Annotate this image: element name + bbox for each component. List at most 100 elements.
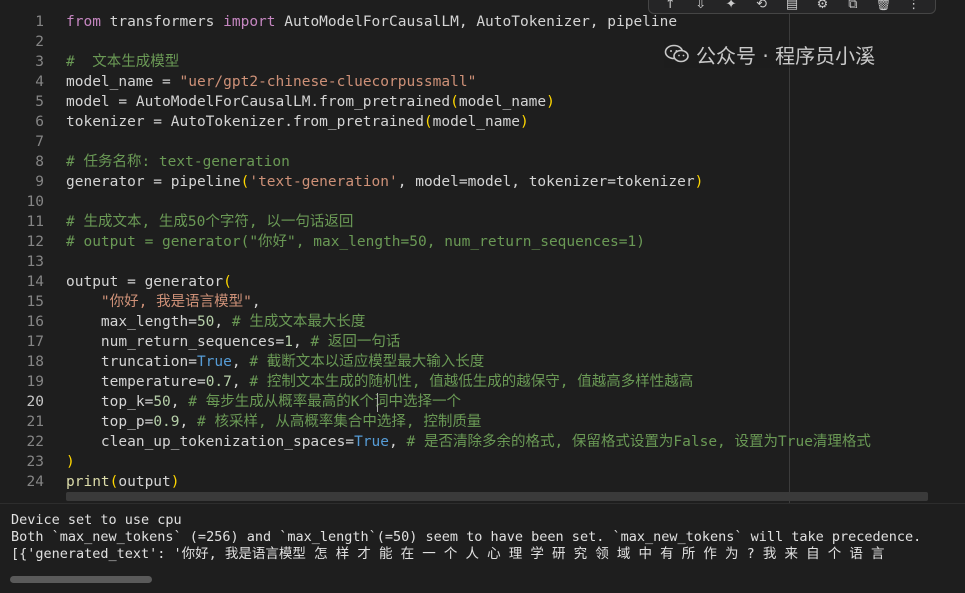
code-line[interactable]: 23) (0, 452, 965, 472)
code-token: ( (450, 94, 459, 110)
line-number: 18 (26, 354, 44, 370)
code-line[interactable]: 4 model_name = "uer/gpt2-chinese-cluecorp… (0, 72, 965, 92)
code-token: tokenizer = AutoTokenizer.from_pretraine… (66, 114, 424, 130)
line-number: 10 (26, 194, 44, 210)
code-token: model = AutoModelForCausalLM.from_pretra… (66, 94, 451, 110)
code-text[interactable]: from transformers import AutoModelForCau… (66, 12, 677, 32)
watermark-text: 公众号 · 程序员小溪 (696, 43, 876, 68)
code-line[interactable]: 8 # 任务名称: text-generation (0, 152, 965, 172)
line-number: 15 (26, 294, 44, 310)
line-number: 7 (35, 134, 44, 150)
code-text[interactable]: model = AutoModelForCausalLM.from_pretra… (66, 92, 555, 112)
delete-icon[interactable]: 🗑 (872, 0, 894, 14)
code-line[interactable]: 16 max_length=50, # 生成文本最大长度 (0, 312, 965, 332)
code-line[interactable]: 15 "你好, 我是语言模型", (0, 292, 965, 312)
code-editor[interactable]: 1 from transformers import AutoModelForCa… (0, 0, 965, 503)
code-token: , (179, 414, 197, 430)
code-text[interactable]: max_length=50, # 生成文本最大长度 (66, 312, 365, 332)
gear-icon[interactable]: ⚙ (811, 0, 833, 14)
code-line[interactable]: 17 num_return_sequences=1, # 返回一句话 (0, 332, 965, 352)
code-line[interactable]: 1 from transformers import AutoModelForCa… (0, 12, 965, 32)
code-text[interactable]: truncation=True, # 截断文本以适应模型最大输入长度 (66, 352, 484, 372)
line-number: 12 (26, 234, 44, 250)
code-text[interactable]: ) (66, 452, 75, 472)
code-token: ( (423, 114, 433, 130)
code-text[interactable]: clean_up_tokenization_spaces=True, # 是否清… (66, 432, 871, 452)
code-token: , (251, 294, 261, 310)
code-line[interactable]: 20 top_k=50, # 每步生成从概率最高的K个词中选择一个 (0, 392, 965, 412)
line-number: 5 (35, 94, 44, 110)
code-text[interactable]: "你好, 我是语言模型", (66, 292, 261, 312)
line-number: 8 (35, 154, 44, 170)
code-token: ) (170, 474, 180, 490)
code-token: 50 (153, 394, 171, 410)
code-text[interactable]: tokenizer = AutoTokenizer.from_pretraine… (66, 112, 529, 132)
watermark: 公众号 · 程序员小溪 (664, 40, 876, 68)
code-token: , (231, 374, 250, 390)
sparkle-icon[interactable]: ✦ (720, 0, 742, 14)
code-token: # 生成文本, 生成50个字符, 以一句话返回 (66, 214, 354, 230)
code-token: max_length= (66, 314, 197, 330)
code-line[interactable]: 19 temperature=0.7, # 控制文本生成的随机性, 值越低生成的… (0, 372, 965, 392)
code-text[interactable]: # 生成文本, 生成50个字符, 以一句话返回 (66, 212, 353, 232)
code-line[interactable]: 5 model = AutoModelForCausalLM.from_pretr… (0, 92, 965, 112)
code-line[interactable]: 13 (0, 252, 965, 272)
code-line[interactable]: 6 tokenizer = AutoTokenizer.from_pretrain… (0, 112, 965, 132)
line-number: 17 (26, 334, 44, 350)
code-line[interactable]: 9 generator = pipeline('text-generation',… (0, 172, 965, 192)
code-line[interactable]: 11 # 生成文本, 生成50个字符, 以一句话返回 (0, 212, 965, 232)
code-text[interactable]: # 任务名称: text-generation (66, 152, 290, 172)
code-token: generator = pipeline (66, 174, 241, 190)
code-text[interactable]: temperature=0.7, # 控制文本生成的随机性, 值越低生成的越保守… (66, 372, 693, 392)
editor-horizontal-scrollbar[interactable] (66, 492, 928, 501)
line-number: 1 (35, 14, 44, 30)
code-token: # 生成文本最大长度 (231, 314, 366, 330)
code-token: output = generator (66, 274, 224, 290)
code-token: AutoModelForCausalLM, AutoTokenizer, pip… (275, 14, 678, 30)
code-token: # 截断文本以适应模型最大输入长度 (249, 354, 485, 370)
code-line[interactable]: 24 print(output) (0, 472, 965, 492)
code-token: True (196, 354, 232, 370)
comment-icon[interactable]: ▤ (781, 0, 803, 14)
code-token: # output = generator("你好", max_length=50… (66, 234, 645, 250)
more-icon[interactable]: ⋮ (903, 0, 925, 14)
code-line[interactable]: 12 # output = generator("你好", max_length=… (0, 232, 965, 252)
code-line[interactable]: 21 top_p=0.9, # 核采样, 从高概率集合中选择, 控制质量 (0, 412, 965, 432)
code-token: , (170, 394, 189, 410)
code-text[interactable]: output = generator( (66, 272, 232, 292)
code-token: import (223, 14, 276, 30)
code-line[interactable]: 18 truncation=True, # 截断文本以适应模型最大输入长度 (0, 352, 965, 372)
code-line[interactable]: 22 clean_up_tokenization_spaces=True, # … (0, 432, 965, 452)
add-below-icon[interactable]: ⇩ (690, 0, 712, 14)
code-token: # 文本生成模型 (66, 54, 180, 70)
code-token: model_name = (66, 74, 180, 90)
code-text[interactable]: model_name = "uer/gpt2-chinese-cluecorpu… (66, 72, 476, 92)
code-text[interactable]: num_return_sequences=1, # 返回一句话 (66, 332, 401, 352)
code-text[interactable]: top_p=0.9, # 核采样, 从高概率集合中选择, 控制质量 (66, 412, 481, 432)
line-number: 9 (35, 174, 44, 190)
pin-icon[interactable]: ↑ (659, 0, 681, 14)
code-token: # 返回一句话 (310, 334, 401, 350)
code-text[interactable]: generator = pipeline('text-generation', … (66, 172, 703, 192)
line-number: 6 (35, 114, 44, 130)
code-line[interactable]: 10 (0, 192, 965, 212)
line-number: 20 (26, 394, 44, 410)
code-token: 50 (196, 314, 215, 330)
code-text[interactable]: # 文本生成模型 (66, 52, 179, 72)
code-text[interactable]: # output = generator("你好", max_length=50… (66, 232, 645, 252)
line-number: 11 (26, 214, 44, 230)
code-line[interactable]: 7 (0, 132, 965, 152)
split-icon[interactable]: ⧉ (842, 0, 864, 14)
code-token: ) (66, 454, 75, 470)
code-token: 0.7 (205, 374, 232, 390)
code-token: model_name (458, 94, 547, 110)
code-token: ) (519, 114, 529, 130)
code-line[interactable]: 14 output = generator( (0, 272, 965, 292)
output-horizontal-scrollbar[interactable] (10, 576, 152, 583)
link-icon[interactable]: ⟲ (751, 0, 773, 14)
code-text[interactable]: print(output) (66, 472, 180, 492)
code-token: ( (223, 274, 232, 290)
code-text[interactable]: top_k=50, # 每步生成从概率最高的K个词中选择一个 (66, 392, 461, 412)
code-token: temperature= (66, 374, 206, 390)
line-number: 3 (35, 54, 44, 70)
